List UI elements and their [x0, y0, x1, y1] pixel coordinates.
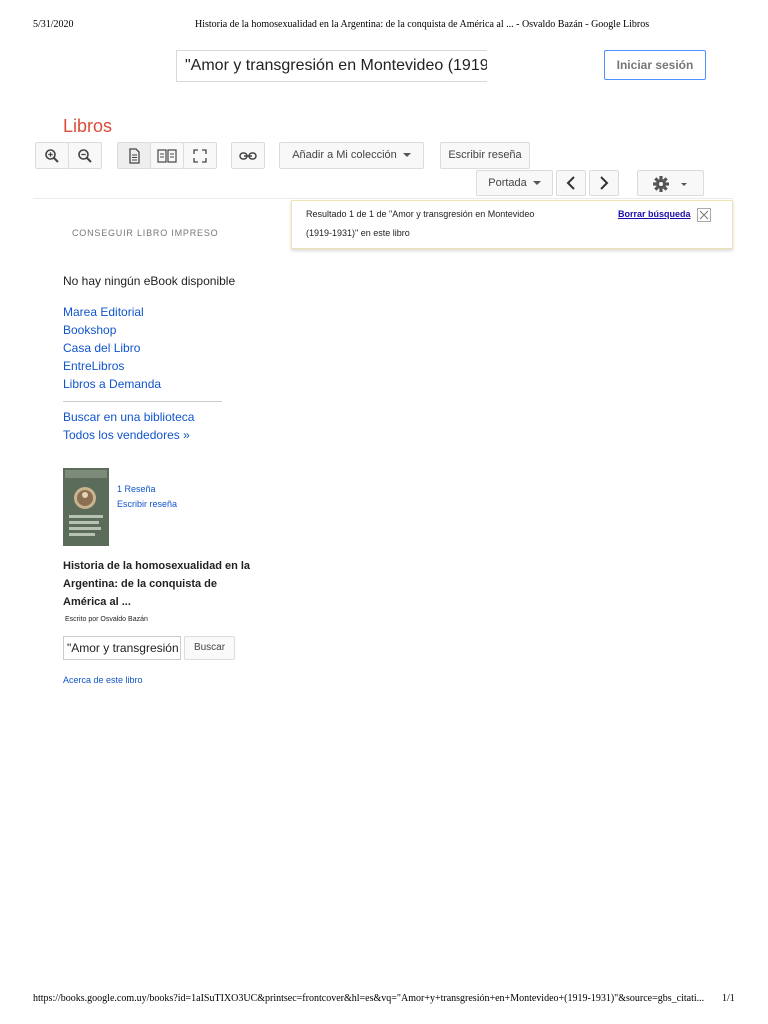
- reviews-count-link[interactable]: 1 Reseña: [117, 484, 156, 494]
- portada-label: Portada: [488, 177, 527, 189]
- sidebar-divider: [63, 401, 222, 402]
- store-link[interactable]: Marea Editorial: [63, 305, 144, 319]
- result-text-line1: Resultado 1 de 1 de "Amor y transgresión…: [306, 209, 535, 219]
- chevron-left-icon: [566, 176, 575, 190]
- chevron-right-icon: [600, 176, 609, 190]
- zoom-in-icon: [45, 149, 59, 163]
- libros-logo[interactable]: Libros: [63, 116, 112, 137]
- chevron-down-icon: [532, 181, 541, 186]
- fullscreen-icon: [193, 149, 207, 163]
- link-button[interactable]: [231, 142, 265, 169]
- get-print-book-heading: CONSEGUIR LIBRO IMPRESO: [72, 228, 219, 238]
- book-cover-thumbnail[interactable]: [63, 468, 109, 546]
- result-text-line2: (1919-1931)" en este libro: [306, 228, 410, 238]
- book-author: Escrito por Osvaldo Bazán: [65, 616, 148, 623]
- print-page-title: Historia de la homosexualidad en la Arge…: [195, 19, 650, 30]
- two-page-view-button[interactable]: [150, 142, 184, 169]
- gear-icon: [652, 176, 687, 192]
- prev-page-button[interactable]: [556, 170, 586, 196]
- print-page-number: 1/1: [722, 993, 735, 1004]
- in-book-search-input[interactable]: "Amor y transgresión: [63, 636, 181, 660]
- link-icon: [239, 152, 257, 160]
- next-page-button[interactable]: [589, 170, 619, 196]
- fullscreen-button[interactable]: [183, 142, 217, 169]
- store-link[interactable]: Bookshop: [63, 323, 116, 337]
- no-ebook-text: No hay ningún eBook disponible: [63, 274, 236, 288]
- about-book-link[interactable]: Acerca de este libro: [63, 675, 143, 685]
- search-result-notice: Resultado 1 de 1 de "Amor y transgresión…: [291, 200, 733, 249]
- add-to-collection-label: Añadir a Mi colección: [292, 149, 397, 161]
- library-search-link[interactable]: Buscar en una biblioteca: [63, 410, 194, 424]
- single-page-icon: [129, 148, 140, 164]
- in-book-search-button[interactable]: Buscar: [184, 636, 235, 660]
- add-to-collection-button[interactable]: Añadir a Mi colección: [279, 142, 424, 169]
- print-url: https://books.google.com.uy/books?id=1aI…: [33, 993, 705, 1004]
- book-title: Historia de la homosexualidad en la Arge…: [63, 560, 251, 608]
- settings-button[interactable]: [637, 170, 704, 196]
- close-icon[interactable]: [697, 208, 711, 222]
- portada-dropdown[interactable]: Portada: [476, 170, 553, 196]
- print-date: 5/31/2020: [33, 19, 74, 30]
- zoom-out-icon: [78, 149, 92, 163]
- two-page-icon: [157, 149, 177, 163]
- single-page-view-button[interactable]: [117, 142, 151, 169]
- sign-in-button[interactable]: Iniciar sesión: [604, 50, 706, 80]
- write-review-button[interactable]: Escribir reseña: [440, 142, 530, 169]
- store-link[interactable]: Libros a Demanda: [63, 377, 161, 391]
- store-link[interactable]: Casa del Libro: [63, 341, 140, 355]
- zoom-in-button[interactable]: [35, 142, 69, 169]
- store-link[interactable]: EntreLibros: [63, 359, 124, 373]
- toolbar-divider: [33, 198, 733, 199]
- search-input[interactable]: "Amor y transgresión en Montevideo (1919…: [176, 50, 487, 82]
- chevron-down-icon: [402, 153, 411, 158]
- all-sellers-link[interactable]: Todos los vendedores »: [63, 428, 190, 442]
- write-review-link[interactable]: Escribir reseña: [117, 499, 177, 509]
- clear-search-link[interactable]: Borrar búsqueda: [618, 209, 691, 219]
- zoom-out-button[interactable]: [68, 142, 102, 169]
